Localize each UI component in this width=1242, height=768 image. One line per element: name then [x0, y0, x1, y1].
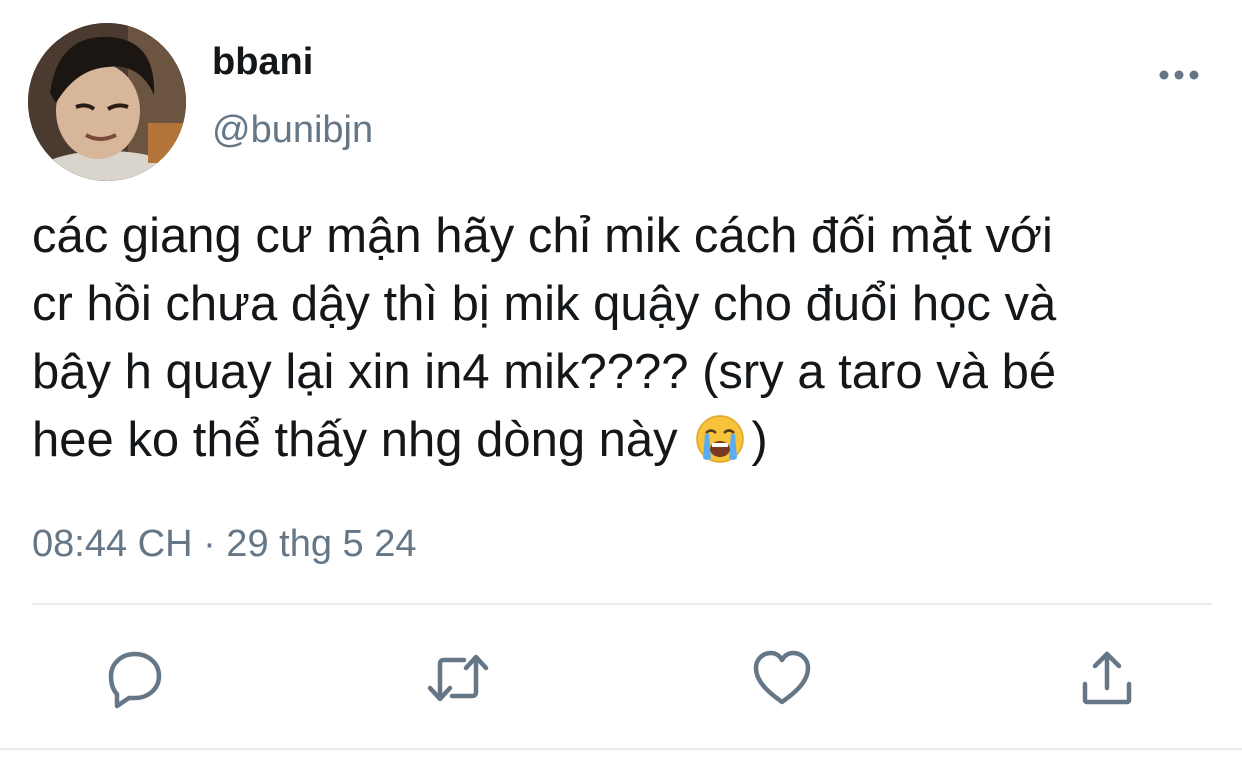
share-button[interactable]	[1075, 646, 1139, 710]
user-handle[interactable]: @bunibjn	[212, 108, 373, 152]
loudly-crying-face-emoji	[695, 414, 745, 464]
reply-button[interactable]	[103, 646, 167, 710]
retweet-icon	[427, 654, 489, 702]
tweet: bbani @bunibjn các giang cư mận hãy chỉ …	[0, 0, 1242, 768]
share-icon	[1082, 651, 1132, 705]
tweet-text-end: )	[751, 413, 768, 467]
more-options-button[interactable]	[1152, 58, 1208, 92]
like-icon	[753, 650, 811, 705]
display-name[interactable]: bbani	[212, 40, 313, 84]
like-button[interactable]	[750, 646, 814, 710]
retweet-button[interactable]	[426, 646, 490, 710]
more-icon	[1159, 70, 1199, 80]
tweet-text: các giang cư mận hãy chỉ mik cách đối mặ…	[32, 202, 1227, 474]
reply-icon	[108, 651, 162, 709]
tweet-text-main: các giang cư mận hãy chỉ mik cách đối mặ…	[32, 209, 1057, 467]
divider	[0, 748, 1242, 750]
tweet-timestamp[interactable]: 08:44 CH · 29 thg 5 24	[32, 522, 416, 566]
avatar[interactable]	[28, 23, 186, 181]
divider	[32, 603, 1212, 605]
